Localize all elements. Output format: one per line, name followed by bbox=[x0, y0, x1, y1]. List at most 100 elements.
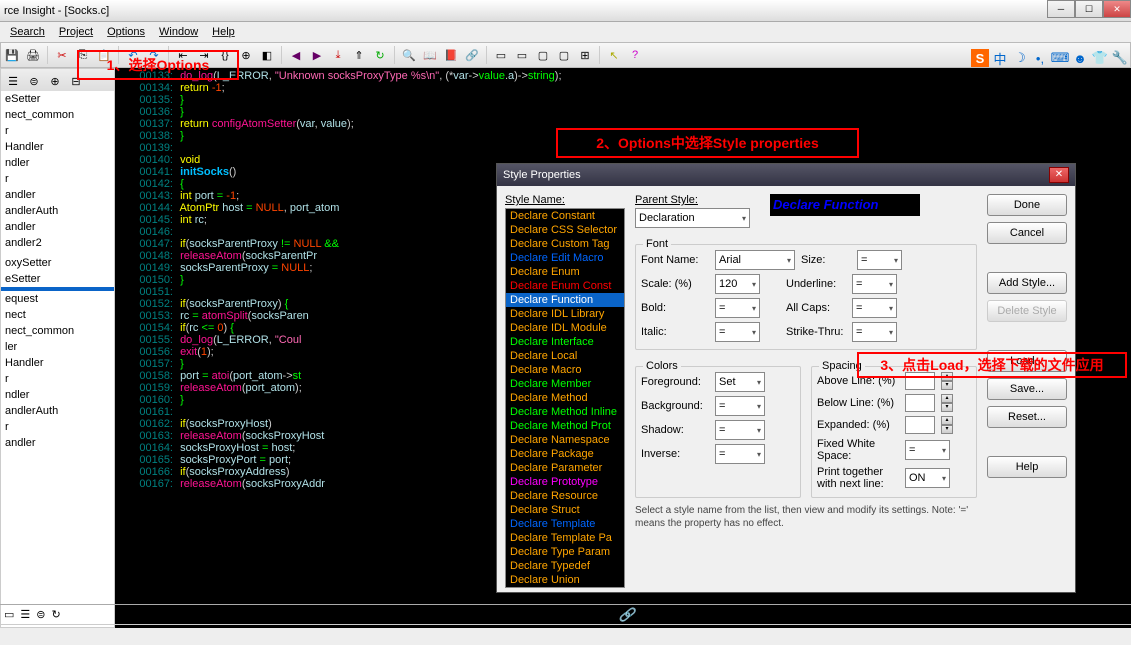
sidebar-item[interactable]: Handler bbox=[1, 355, 114, 371]
refresh-icon[interactable]: ↻ bbox=[371, 46, 389, 64]
add-style-button[interactable]: Add Style... bbox=[987, 272, 1067, 294]
style-list-item[interactable]: Declare Template bbox=[506, 517, 624, 531]
close-button[interactable]: ✕ bbox=[1103, 0, 1131, 18]
marker-icon[interactable]: ◧ bbox=[258, 46, 276, 64]
sb-icon4[interactable]: ↻ bbox=[52, 608, 61, 621]
ime-tool-icon[interactable]: 🔧 bbox=[1111, 49, 1129, 67]
done-button[interactable]: Done bbox=[987, 194, 1067, 216]
parent-style-combo[interactable]: Declaration bbox=[635, 208, 750, 228]
font-size-combo[interactable]: = bbox=[857, 250, 902, 270]
indent-right-icon[interactable]: ⇥ bbox=[195, 46, 213, 64]
back-icon[interactable]: ◀ bbox=[287, 46, 305, 64]
style-list[interactable]: Declare ConstantDeclare CSS Selector Decl… bbox=[505, 208, 625, 588]
style-list-item[interactable]: Declare CSS Selector bbox=[506, 223, 624, 237]
sidebar-item[interactable]: r bbox=[1, 419, 114, 435]
sidebar-item[interactable]: andler bbox=[1, 187, 114, 203]
cut-icon[interactable]: ✂ bbox=[53, 46, 71, 64]
below-input[interactable] bbox=[905, 394, 935, 412]
sb-icon1[interactable]: ▭ bbox=[4, 608, 14, 621]
style-list-item[interactable]: Declare Enum bbox=[506, 265, 624, 279]
sidebar-item[interactable]: Handler bbox=[1, 139, 114, 155]
style-list-item[interactable]: Declare Function bbox=[506, 293, 624, 307]
style-list-item[interactable]: Declare Constant bbox=[506, 209, 624, 223]
paste-icon[interactable]: 📋 bbox=[95, 46, 113, 64]
above-spinner[interactable]: ▴▾ bbox=[941, 372, 953, 390]
dialog-close-button[interactable]: ✕ bbox=[1049, 167, 1069, 183]
expanded-spinner[interactable]: ▴▾ bbox=[941, 416, 953, 434]
style-list-item[interactable]: Declare Method Inline bbox=[506, 405, 624, 419]
below-spinner[interactable]: ▴▾ bbox=[941, 394, 953, 412]
layout-icon[interactable]: ⊞ bbox=[576, 46, 594, 64]
help-button[interactable]: Help bbox=[987, 456, 1067, 478]
sidebar-item[interactable]: nect_common bbox=[1, 107, 114, 123]
style-list-item[interactable]: Declare IDL Library bbox=[506, 307, 624, 321]
sidebar-item[interactable]: r bbox=[1, 123, 114, 139]
style-list-item[interactable]: Declare Member bbox=[506, 377, 624, 391]
ime-sogou-icon[interactable]: S bbox=[971, 49, 989, 67]
sidebar-item[interactable]: ndler bbox=[1, 387, 114, 403]
style-list-item[interactable]: Declare Edit Macro bbox=[506, 251, 624, 265]
menu-options[interactable]: Options bbox=[101, 24, 151, 40]
style-list-item[interactable]: Declare Parameter bbox=[506, 461, 624, 475]
fwd-icon[interactable]: ▶ bbox=[308, 46, 326, 64]
undo-icon[interactable]: ↶ bbox=[124, 46, 142, 64]
above-input[interactable] bbox=[905, 372, 935, 390]
scale-combo[interactable]: 120 bbox=[715, 274, 760, 294]
sidebar-item[interactable]: andlerAuth bbox=[1, 403, 114, 419]
help-icon[interactable]: ? bbox=[626, 46, 644, 64]
sidebar-item[interactable]: nect_common bbox=[1, 323, 114, 339]
sidebar-btn2-icon[interactable]: ⊜ bbox=[25, 72, 43, 90]
bg-combo[interactable]: = bbox=[715, 396, 765, 416]
bracket-icon[interactable]: {} bbox=[216, 46, 234, 64]
sidebar-btn3-icon[interactable]: ⊕ bbox=[46, 72, 64, 90]
italic-combo[interactable]: = bbox=[715, 322, 760, 342]
style-list-item[interactable]: Declare Method Prot bbox=[506, 419, 624, 433]
shadow-combo[interactable]: = bbox=[715, 420, 765, 440]
strike-combo[interactable]: = bbox=[852, 322, 897, 342]
style-list-item[interactable]: Declare Template Pa bbox=[506, 531, 624, 545]
ime-moon-icon[interactable]: ☽ bbox=[1011, 49, 1029, 67]
sidebar-btn4-icon[interactable]: ⊟ bbox=[67, 72, 85, 90]
style-list-item[interactable]: Declare Type Param bbox=[506, 545, 624, 559]
style-list-item[interactable]: Declare IDL Module bbox=[506, 321, 624, 335]
panel1-icon[interactable]: ▭ bbox=[492, 46, 510, 64]
sidebar-item[interactable]: andler2 bbox=[1, 235, 114, 251]
ime-cn-icon[interactable]: 中 bbox=[991, 49, 1009, 67]
inverse-combo[interactable]: = bbox=[715, 444, 765, 464]
sidebar-item[interactable]: ler bbox=[1, 339, 114, 355]
up-icon[interactable]: ⇑ bbox=[350, 46, 368, 64]
menu-search[interactable]: Search bbox=[4, 24, 51, 40]
book2-icon[interactable]: 📕 bbox=[442, 46, 460, 64]
sidebar-btn1-icon[interactable]: ☰ bbox=[4, 72, 22, 90]
style-list-item[interactable]: Declare Local bbox=[506, 349, 624, 363]
sidebar-item[interactable]: equest bbox=[1, 291, 114, 307]
ime-shirt-icon[interactable]: 👕 bbox=[1091, 49, 1109, 67]
print-together-combo[interactable]: ON bbox=[905, 468, 950, 488]
sb-icon2[interactable]: ☰ bbox=[20, 608, 30, 621]
sidebar-item[interactable]: eSetter bbox=[1, 271, 114, 287]
sb-icon3[interactable]: ⊜ bbox=[36, 608, 45, 621]
redo-icon[interactable]: ↷ bbox=[145, 46, 163, 64]
font-name-combo[interactable]: Arial bbox=[715, 250, 795, 270]
jump-icon[interactable]: ⤓ bbox=[329, 46, 347, 64]
menu-help[interactable]: Help bbox=[206, 24, 241, 40]
style-list-item[interactable]: Declare Method bbox=[506, 391, 624, 405]
sidebar-item[interactable]: andler bbox=[1, 219, 114, 235]
copy-icon[interactable]: ⎘ bbox=[74, 46, 92, 64]
cancel-button[interactable]: Cancel bbox=[987, 222, 1067, 244]
indent-left-icon[interactable]: ⇤ bbox=[174, 46, 192, 64]
print-icon[interactable]: 🖨 bbox=[24, 46, 42, 64]
ime-face-icon[interactable]: ☻ bbox=[1071, 49, 1089, 67]
sidebar-item[interactable]: nect bbox=[1, 307, 114, 323]
style-list-item[interactable]: Declare Resource bbox=[506, 489, 624, 503]
dialog-titlebar[interactable]: Style Properties ✕ bbox=[497, 164, 1075, 186]
style-list-item[interactable]: Declare Union bbox=[506, 573, 624, 587]
ime-kb-icon[interactable]: ⌨ bbox=[1051, 49, 1069, 67]
note-icon[interactable]: ⊕ bbox=[237, 46, 255, 64]
sidebar-item[interactable]: r bbox=[1, 171, 114, 187]
style-list-item[interactable]: Declare Macro bbox=[506, 363, 624, 377]
sidebar-item[interactable]: eSetter bbox=[1, 91, 114, 107]
sidebar-item[interactable]: ndler bbox=[1, 155, 114, 171]
sidebar-item[interactable]: andler bbox=[1, 435, 114, 451]
panel4-icon[interactable]: ▢ bbox=[555, 46, 573, 64]
